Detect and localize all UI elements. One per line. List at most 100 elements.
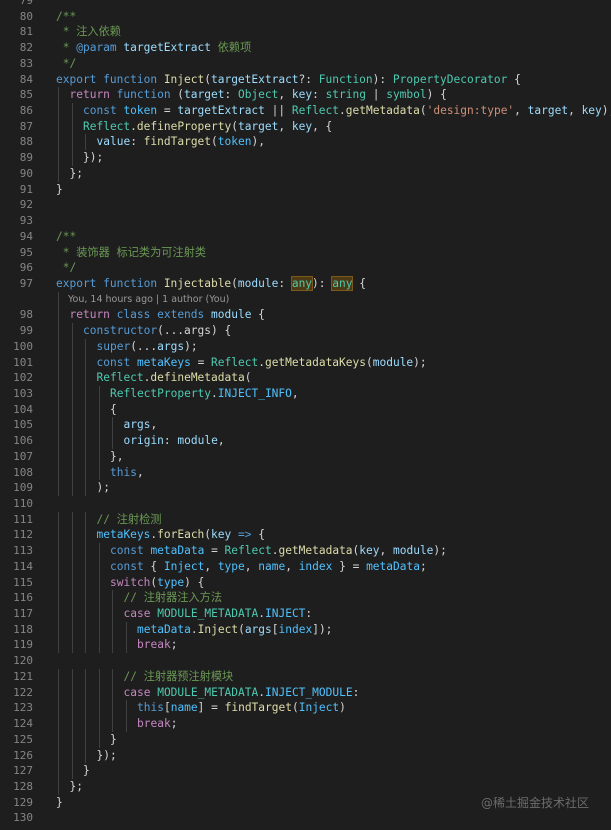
code-text[interactable]: }	[110, 732, 117, 748]
code-text[interactable]: const token = targetExtract || Reflect.g…	[83, 103, 611, 119]
code-line: 103 ReflectProperty.INJECT_INFO,	[0, 385, 611, 402]
indent-guide	[98, 558, 100, 575]
code-text[interactable]: case MODULE_METADATA.INJECT_MODULE:	[124, 685, 360, 701]
code-line: 98 return class extends module {	[0, 307, 611, 324]
code-text[interactable]: * 注入依赖	[56, 24, 121, 40]
code-text[interactable]: {	[110, 402, 117, 418]
code-editor[interactable]: 79 80/** 81 * 注入依赖 82 * @param targetExtrac…	[0, 0, 611, 826]
code-text[interactable]: this,	[110, 465, 144, 481]
code-line: 130	[0, 810, 611, 826]
code-text[interactable]: */	[56, 56, 76, 72]
code-token: 依赖项	[210, 41, 252, 55]
code-text[interactable]: export function Injectable(module: any):…	[56, 275, 366, 292]
code-text[interactable]: });	[97, 748, 117, 764]
code-text[interactable]: break;	[137, 637, 177, 653]
indent-guide	[58, 118, 59, 135]
code-text[interactable]: value: findTarget(token),	[97, 134, 265, 150]
code-token: defineProperty	[136, 119, 232, 133]
indent-guide	[58, 291, 59, 308]
code-text[interactable]: metaData.Inject(args[index]);	[137, 622, 332, 638]
indent-guide	[71, 150, 73, 166]
line-number: 106	[13, 434, 33, 448]
indent-guide	[85, 668, 86, 685]
code-text[interactable]: break;	[137, 716, 177, 732]
code-text[interactable]: // 注射检测	[97, 512, 162, 528]
line-number: 115	[13, 575, 33, 589]
code-text[interactable]: Reflect.defineProperty(target, key, {	[83, 119, 332, 135]
code-text[interactable]: }	[56, 182, 63, 198]
code-token: =	[190, 355, 212, 369]
indent-guide	[71, 134, 73, 151]
code-token: },	[110, 449, 124, 463]
code-text[interactable]: return class extends module {	[70, 307, 265, 323]
code-text[interactable]: this[name] = findTarget(Inject)	[137, 700, 346, 716]
code-text[interactable]: metaKeys.forEach(key => {	[97, 527, 265, 543]
indent-guide	[71, 700, 73, 717]
code-text[interactable]: },	[110, 449, 123, 465]
code-text[interactable]: args,	[124, 417, 158, 433]
code-text[interactable]: */	[56, 260, 76, 276]
code-token: );	[184, 339, 198, 353]
code-text[interactable]: );	[97, 480, 110, 496]
code-token: key	[291, 119, 313, 133]
code-text[interactable]: return function (target: Object, key: st…	[70, 87, 447, 103]
line-number: 114	[13, 559, 33, 573]
code-text[interactable]: }	[56, 795, 63, 811]
code-token: args	[123, 418, 151, 432]
code-text[interactable]: case MODULE_METADATA.INJECT:	[124, 606, 313, 622]
code-text[interactable]: * @param targetExtract 依赖项	[56, 40, 252, 56]
indent-guide	[71, 385, 73, 402]
code-token: |	[365, 88, 387, 102]
code-text[interactable]: }	[83, 763, 90, 779]
line-number: 94	[19, 229, 33, 243]
indent-guide	[58, 763, 59, 779]
code-text[interactable]: Reflect.defineMetadata(	[97, 370, 252, 386]
code-text[interactable]: * 装饰器 标记类为可注射类	[56, 245, 206, 261]
code-token: =	[204, 544, 225, 558]
indent-guide	[58, 464, 59, 481]
code-text[interactable]: super(...args);	[97, 339, 198, 355]
code-text[interactable]: };	[70, 166, 83, 182]
code-token: };	[69, 779, 83, 793]
code-token: :	[305, 607, 313, 621]
code-text[interactable]: /**	[56, 229, 76, 245]
code-text[interactable]: const metaKeys = Reflect.getMetadataKeys…	[97, 355, 427, 371]
indent-guide	[85, 464, 86, 481]
code-token: // 注射检测	[96, 512, 162, 526]
line-number: 91	[19, 182, 33, 196]
code-text[interactable]: };	[70, 779, 83, 795]
code-text[interactable]: switch(type) {	[110, 575, 204, 591]
code-token: args	[244, 622, 272, 636]
code-token: export	[56, 72, 97, 86]
indent-guide	[85, 543, 86, 559]
code-text[interactable]: // 注射器注入方法	[124, 590, 223, 606]
code-text[interactable]: });	[83, 150, 103, 166]
line-number: 80	[19, 9, 33, 23]
indent-guide	[71, 401, 73, 418]
indent-guide	[85, 338, 86, 355]
code-token: (...	[130, 339, 158, 353]
code-text[interactable]: export function Inject(targetExtract?: F…	[56, 72, 521, 88]
code-token: string	[325, 88, 366, 102]
code-text[interactable]: // 注射器预注射模块	[124, 669, 234, 685]
code-text[interactable]: const metaData = Reflect.getMetadata(key…	[110, 543, 447, 559]
code-token: */	[56, 261, 77, 275]
code-text[interactable]: ReflectProperty.INJECT_INFO,	[110, 386, 299, 402]
code-token: {	[110, 402, 117, 416]
code-text[interactable]: constructor(...args) {	[83, 323, 231, 339]
code-text[interactable]: origin: module,	[124, 433, 225, 449]
indent-guide	[85, 574, 86, 591]
line-number: 99	[19, 324, 33, 338]
code-token: :	[278, 276, 292, 290]
codelens-text[interactable]: You, 14 hours ago | 1 author (You)	[68, 292, 229, 308]
code-token: module	[393, 544, 434, 558]
line-number: 128	[13, 779, 33, 793]
indent-guide	[85, 480, 86, 496]
indent-guide	[98, 464, 100, 481]
code-token: .	[258, 685, 265, 699]
watermark: @稀土掘金技术社区	[480, 796, 589, 810]
code-token: {	[251, 308, 265, 322]
code-text[interactable]: /**	[56, 9, 76, 25]
code-token: MODULE_METADATA	[157, 607, 259, 621]
code-text[interactable]: const { Inject, type, name, index } = me…	[110, 559, 427, 575]
